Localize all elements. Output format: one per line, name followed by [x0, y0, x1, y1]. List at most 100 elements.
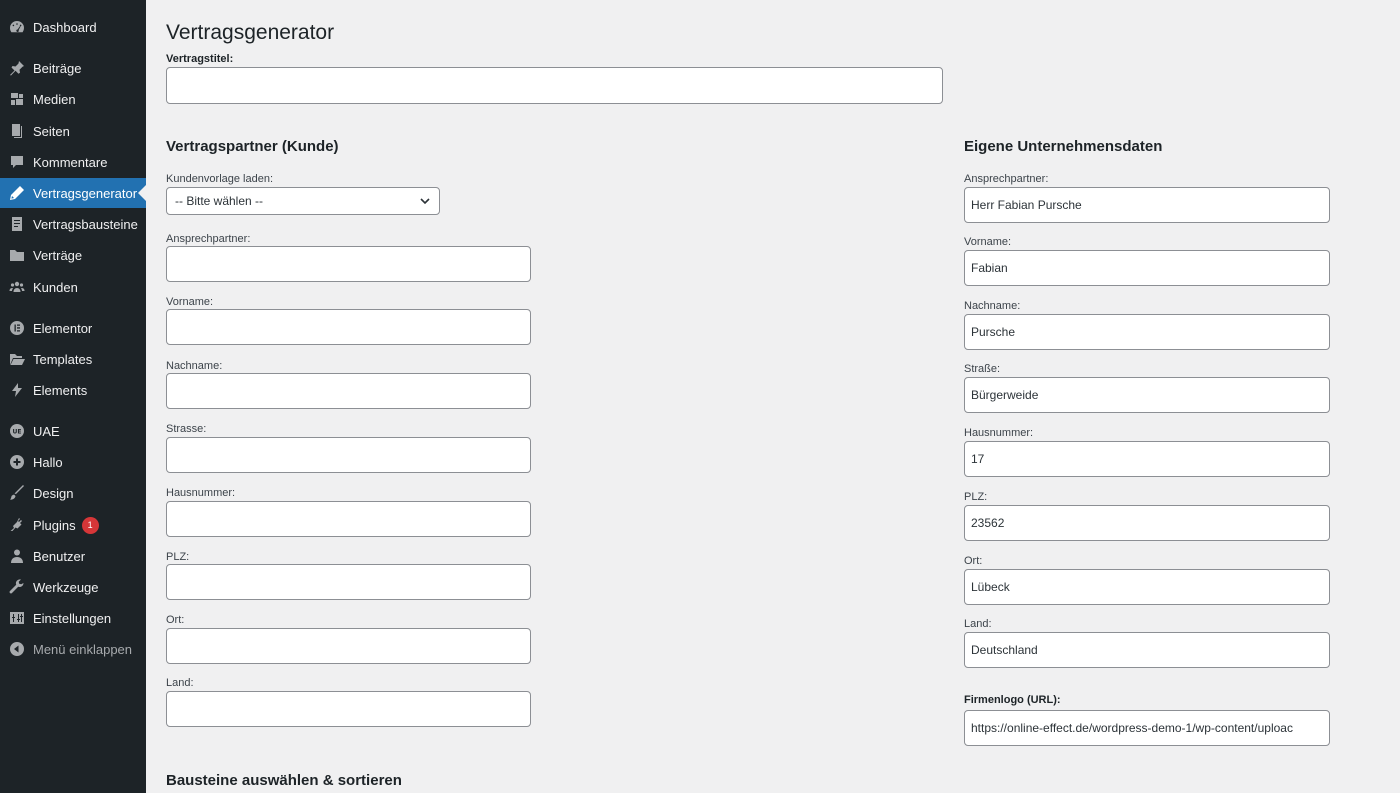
customer-lastname-input[interactable] [166, 373, 531, 409]
customer-firstname-input[interactable] [166, 309, 531, 345]
company-street-label: Straße: [964, 363, 1001, 375]
sidebar-item-seiten[interactable]: Seiten [0, 116, 146, 146]
elements-icon [9, 382, 25, 398]
sidebar-item-vertragsbausteine[interactable]: Vertragsbausteine [0, 209, 146, 239]
sidebar-item-label: Elementor [33, 320, 93, 336]
customer-firstname-label: Vorname: [166, 296, 214, 308]
contract-title-input[interactable] [166, 67, 943, 104]
sidebar-item-label: Elements [33, 382, 88, 398]
sidebar-item-label: Benutzer [33, 548, 86, 564]
customer-template-label: Kundenvorlage laden: [166, 173, 274, 185]
customer-city-label: Ort: [166, 614, 185, 626]
company-zip-label: PLZ: [964, 491, 988, 503]
sidebar-item-kommentare[interactable]: Kommentare [0, 147, 146, 177]
folder-open-icon [9, 351, 25, 367]
sidebar-item-benutzer[interactable]: Benutzer [0, 541, 146, 571]
company-logo-label: Firmenlogo (URL): [964, 694, 1061, 706]
company-city-label: Ort: [964, 555, 983, 567]
sidebar-item-label: UAE [33, 423, 60, 439]
dashboard-icon [9, 19, 25, 35]
company-housenumber-label: Hausnummer: [964, 427, 1034, 439]
sidebar-item-design[interactable]: Design [0, 478, 146, 508]
customer-housenumber-label: Hausnummer: [166, 487, 236, 499]
sidebar-item-label: Kunden [33, 279, 78, 295]
sidebar-item-label: Verträge [33, 247, 83, 263]
sidebar-item-label: Templates [33, 351, 93, 367]
sidebar-item-label: Menü einklappen [33, 641, 133, 657]
customer-street-label: Strasse: [166, 423, 207, 435]
sidebar-item-medien[interactable]: Medien [0, 84, 146, 114]
sidebar-item-vertraege[interactable]: Verträge [0, 240, 146, 270]
sidebar-item-label: Design [33, 485, 74, 501]
customer-housenumber-input[interactable] [166, 501, 531, 537]
admin-sidebar: Dashboard Beiträge Medien Seiten Komment… [0, 0, 146, 793]
customer-country-input[interactable] [166, 691, 531, 727]
sidebar-item-beitraege[interactable]: Beiträge [0, 53, 146, 83]
customer-country-label: Land: [166, 677, 194, 689]
sidebar-item-elements[interactable]: Elements [0, 375, 146, 405]
document-icon [9, 216, 25, 232]
sidebar-item-einstellungen[interactable]: Einstellungen [0, 603, 146, 633]
brush-icon [9, 485, 25, 501]
company-section-heading: Eigene Unternehmensdaten [964, 138, 1163, 155]
sidebar-item-werkzeuge[interactable]: Werkzeuge [0, 572, 146, 602]
company-logo-url-input[interactable] [964, 710, 1330, 746]
sidebar-item-dashboard[interactable]: Dashboard [0, 12, 146, 42]
pin-icon [9, 60, 25, 76]
company-housenumber-input[interactable] [964, 441, 1330, 477]
settings-icon [9, 610, 25, 626]
sidebar-item-label: Werkzeuge [33, 579, 99, 595]
elementor-icon [9, 320, 25, 336]
user-icon [9, 548, 25, 564]
sidebar-item-label: Dashboard [33, 19, 97, 35]
sidebar-item-label: Beiträge [33, 60, 82, 76]
customer-contact-input[interactable] [166, 246, 531, 282]
company-firstname-input[interactable] [964, 250, 1330, 286]
sidebar-item-vertragsgenerator[interactable]: Vertragsgenerator [0, 178, 146, 208]
company-lastname-input[interactable] [964, 314, 1330, 350]
company-contact-label: Ansprechpartner: [964, 173, 1049, 185]
company-city-input[interactable] [964, 569, 1330, 605]
contract-title-label: Vertragstitel: [166, 53, 234, 65]
sidebar-item-hallo[interactable]: Hallo [0, 447, 146, 477]
company-street-input[interactable] [964, 377, 1330, 413]
pencil-icon [9, 185, 25, 201]
sidebar-item-label: Seiten [33, 123, 70, 139]
uae-icon: UE [9, 423, 25, 439]
sidebar-item-elementor[interactable]: Elementor [0, 313, 146, 343]
company-contact-input[interactable] [964, 187, 1330, 223]
customer-section-heading: Vertragspartner (Kunde) [166, 138, 339, 155]
sidebar-item-label: Vertragsbausteine [33, 216, 138, 232]
sidebar-item-label: Plugins [33, 517, 76, 533]
groups-icon [9, 279, 25, 295]
sidebar-item-uae[interactable]: UE UAE [0, 416, 146, 446]
page-title: Vertragsgenerator [166, 21, 335, 44]
plug-icon [9, 517, 25, 533]
update-count-badge: 1 [81, 516, 99, 534]
media-icon [9, 91, 25, 107]
company-firstname-label: Vorname: [964, 236, 1012, 248]
sidebar-item-kunden[interactable]: Kunden [0, 272, 146, 302]
comment-icon [9, 154, 25, 170]
customer-city-input[interactable] [166, 628, 531, 664]
company-zip-input[interactable] [964, 505, 1330, 541]
customer-zip-label: PLZ: [166, 551, 190, 563]
company-country-label: Land: [964, 618, 992, 630]
collapse-icon [9, 641, 25, 657]
company-lastname-label: Nachname: [964, 300, 1021, 312]
customer-template-select[interactable]: -- Bitte wählen -- [166, 187, 440, 215]
sidebar-item-plugins[interactable]: Plugins 1 [0, 510, 146, 540]
company-country-input[interactable] [964, 632, 1330, 668]
sidebar-item-label: Kommentare [33, 154, 108, 170]
folder-icon [9, 247, 25, 263]
sidebar-item-label: Hallo [33, 454, 63, 470]
sidebar-item-label: Vertragsgenerator [33, 185, 138, 201]
sidebar-item-templates[interactable]: Templates [0, 344, 146, 374]
page-icon [9, 123, 25, 139]
sidebar-item-label: Medien [33, 91, 76, 107]
customer-street-input[interactable] [166, 437, 531, 473]
wrench-icon [9, 579, 25, 595]
chevron-down-icon [420, 198, 430, 205]
customer-zip-input[interactable] [166, 564, 531, 600]
collapse-menu-button[interactable]: Menü einklappen [0, 634, 146, 664]
